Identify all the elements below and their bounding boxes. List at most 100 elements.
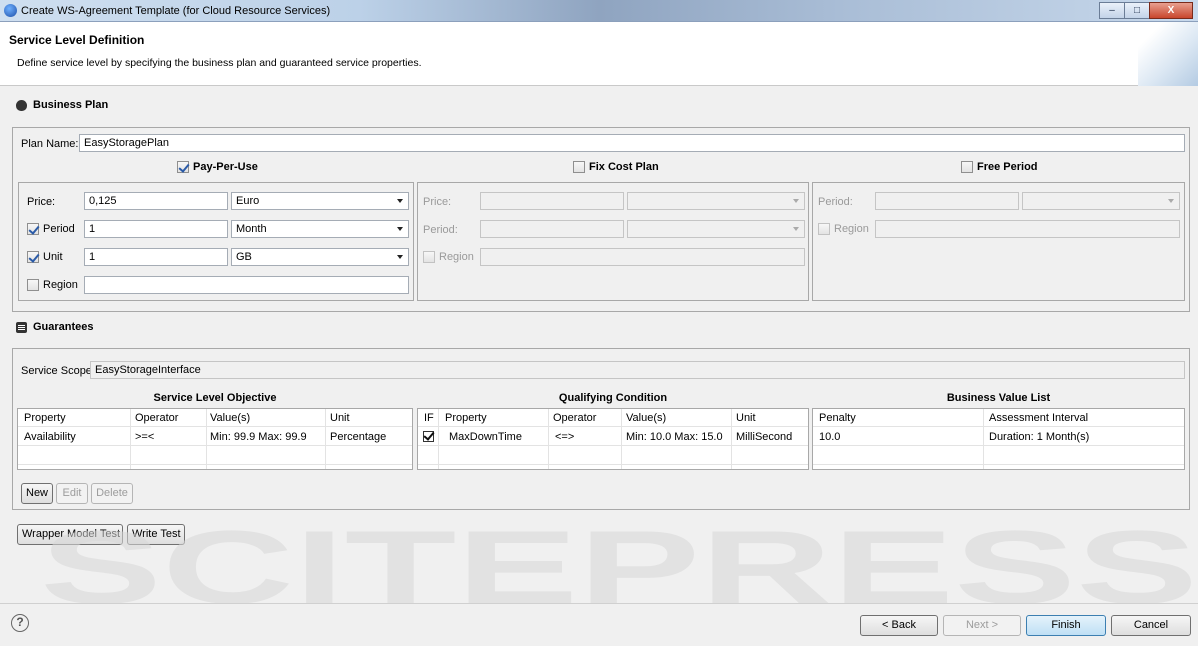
close-button[interactable]: X — [1149, 2, 1193, 19]
region-checkbox[interactable]: Region — [27, 279, 78, 291]
table-row-empty — [418, 447, 808, 465]
table-row[interactable]: MaxDownTime <=> Min: 10.0 Max: 15.0 Mill… — [418, 428, 808, 446]
free-region-label: Region — [834, 223, 869, 235]
pay-per-use-checkbox[interactable]: Pay-Per-Use — [177, 161, 258, 173]
unit-input[interactable]: 1 — [84, 248, 228, 266]
delete-button[interactable]: Delete — [91, 483, 133, 504]
fix-period-unit-combo[interactable] — [627, 220, 805, 238]
fix-period-input[interactable] — [480, 220, 624, 238]
region-label: Region — [43, 279, 78, 291]
column-header[interactable]: Property — [445, 412, 487, 424]
guarantees-header: Guarantees — [16, 321, 94, 333]
fix-price-input[interactable] — [480, 192, 624, 210]
chevron-down-icon — [397, 255, 403, 259]
minimize-button[interactable]: – — [1099, 2, 1125, 19]
chevron-down-icon — [1168, 199, 1174, 203]
free-period-checkbox[interactable]: Free Period — [961, 161, 1038, 173]
cancel-button[interactable]: Cancel — [1111, 615, 1191, 636]
fix-cost-plan-label: Fix Cost Plan — [589, 161, 659, 173]
column-header[interactable]: Penalty — [819, 412, 856, 424]
period-checkbox[interactable]: Period — [27, 223, 75, 235]
fix-region-checkbox[interactable]: Region — [423, 251, 474, 263]
plan-name-input[interactable]: EasyStoragePlan — [79, 134, 1185, 152]
currency-combo[interactable]: Euro — [231, 192, 409, 210]
guarantees-group: Service Scope: EasyStorageInterface Serv… — [12, 348, 1190, 510]
free-region-checkbox[interactable]: Region — [818, 223, 869, 235]
period-label: Period — [43, 223, 75, 235]
window-title-bar[interactable]: Create WS-Agreement Template (for Cloud … — [0, 0, 1198, 22]
column-header[interactable]: Property — [24, 412, 66, 424]
new-button[interactable]: New — [21, 483, 53, 504]
business-plan-title: Business Plan — [33, 99, 109, 111]
table-cell: Percentage — [330, 431, 387, 443]
sciteress-watermark: SCITEPRESS — [40, 525, 1198, 605]
table-cell: Duration: 1 Month(s) — [989, 431, 1090, 443]
bvl-title: Business Value List — [946, 392, 1051, 404]
table-cell: <=> — [555, 431, 575, 443]
table-row[interactable]: Availability >=< Min: 99.9 Max: 99.9 Per… — [18, 428, 412, 446]
watermark-text: SCITEPRESS — [40, 525, 1198, 605]
fix-cost-plan-checkbox[interactable]: Fix Cost Plan — [573, 161, 659, 173]
region-input[interactable] — [84, 276, 409, 294]
edit-button[interactable]: Edit — [56, 483, 88, 504]
free-period-input[interactable] — [875, 192, 1019, 210]
eclipse-app-icon — [4, 4, 17, 17]
column-header[interactable]: Unit — [330, 412, 350, 424]
free-period-unit-combo[interactable] — [1022, 192, 1180, 210]
table-cell: MaxDownTime — [449, 431, 522, 443]
qc-table[interactable]: IF Property Operator Value(s) Unit MaxDo… — [417, 408, 809, 470]
column-header[interactable]: Operator — [553, 412, 596, 424]
finish-button[interactable]: Finish — [1026, 615, 1106, 636]
table-cell: Min: 99.9 Max: 99.9 — [210, 431, 307, 443]
back-button[interactable]: < Back — [860, 615, 938, 636]
unit-type-value: GB — [236, 251, 252, 263]
window-controls: – □ X — [1099, 2, 1193, 19]
business-plan-group: Plan Name: EasyStoragePlan Pay-Per-Use F… — [12, 127, 1190, 312]
pay-per-use-panel: Price: 0,125 Euro Period 1 Month Unit 1 … — [18, 182, 414, 301]
fix-price-unit-combo[interactable] — [627, 192, 805, 210]
column-header[interactable]: Value(s) — [210, 412, 250, 424]
table-row-empty — [18, 447, 412, 465]
footer-separator — [0, 603, 1198, 604]
price-input[interactable]: 0,125 — [84, 192, 228, 210]
fix-region-input[interactable] — [480, 248, 805, 266]
checkbox-unchecked-icon — [961, 161, 973, 173]
unit-type-combo[interactable]: GB — [231, 248, 409, 266]
column-header[interactable]: Value(s) — [626, 412, 666, 424]
period-input[interactable]: 1 — [84, 220, 228, 238]
table-cell: >=< — [135, 431, 155, 443]
maximize-button[interactable]: □ — [1124, 2, 1150, 19]
write-test-button[interactable]: Write Test — [127, 524, 185, 545]
column-header[interactable]: Operator — [135, 412, 178, 424]
bvl-table[interactable]: Penalty Assessment Interval 10.0 Duratio… — [812, 408, 1185, 470]
wrapper-model-test-button[interactable]: Wrapper Model Test — [17, 524, 123, 545]
checkbox-checked-icon — [27, 251, 39, 263]
fix-period-label: Period: — [423, 224, 458, 236]
chevron-down-icon — [397, 199, 403, 203]
window-title: Create WS-Agreement Template (for Cloud … — [21, 5, 331, 17]
service-scope-input[interactable]: EasyStorageInterface — [90, 361, 1185, 379]
free-period-panel: Period: Region — [812, 182, 1185, 301]
period-unit-combo[interactable]: Month — [231, 220, 409, 238]
slo-table[interactable]: Property Operator Value(s) Unit Availabi… — [17, 408, 413, 470]
checkbox-unchecked-icon — [423, 251, 435, 263]
unit-checkbox[interactable]: Unit — [27, 251, 63, 263]
table-cell: Min: 10.0 Max: 15.0 — [626, 431, 723, 443]
plan-name-label: Plan Name: — [21, 138, 79, 150]
unit-label: Unit — [43, 251, 63, 263]
header-banner-graphic — [1138, 22, 1198, 86]
chevron-down-icon — [793, 227, 799, 231]
column-header[interactable]: Unit — [736, 412, 756, 424]
wizard-header: Service Level Definition Define service … — [0, 22, 1198, 86]
table-header-row: Penalty Assessment Interval — [813, 409, 1184, 427]
checkbox-unchecked-icon — [818, 223, 830, 235]
column-header[interactable]: IF — [424, 412, 434, 424]
table-cell: Availability — [24, 431, 76, 443]
free-period-period-label: Period: — [818, 196, 853, 208]
if-checkbox-checked-icon[interactable] — [423, 431, 434, 442]
table-row[interactable]: 10.0 Duration: 1 Month(s) — [813, 428, 1184, 446]
help-icon[interactable]: ? — [11, 614, 29, 632]
column-header[interactable]: Assessment Interval — [989, 412, 1088, 424]
next-button[interactable]: Next > — [943, 615, 1021, 636]
free-region-input[interactable] — [875, 220, 1180, 238]
